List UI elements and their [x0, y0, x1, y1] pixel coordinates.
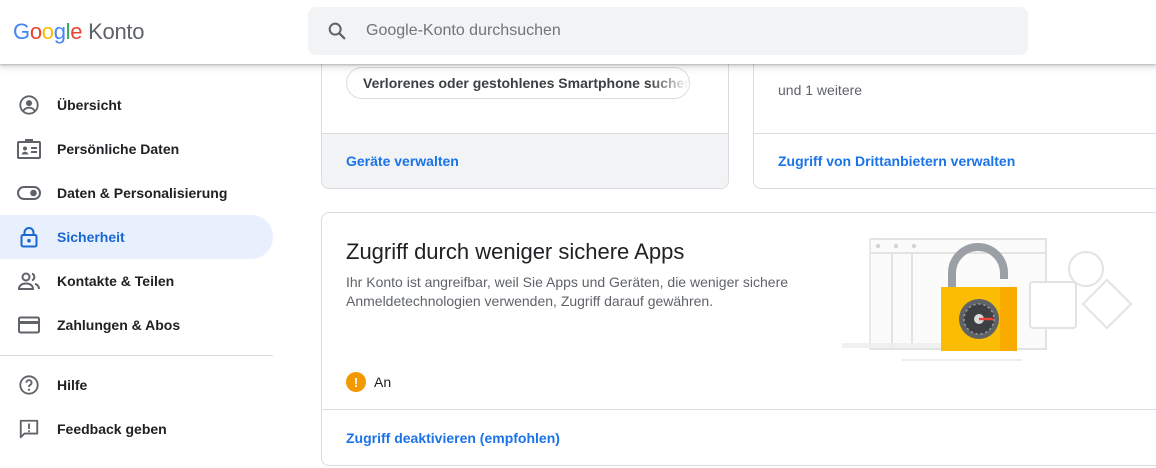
sidebar-item-label: Persönliche Daten	[57, 141, 180, 157]
logo-letter: e	[70, 19, 83, 44]
disable-access-link[interactable]: Zugriff deaktivieren (empfohlen)	[346, 430, 560, 446]
account-circle-icon	[17, 93, 41, 117]
sidebar-item-label: Daten & Personalisierung	[57, 185, 228, 201]
chip-label: Verlorenes oder gestohlenes Smartphone s…	[363, 75, 690, 91]
sidebar-item-uebersicht[interactable]: Übersicht	[0, 83, 273, 127]
sidebar-item-persoenliche-daten[interactable]: Persönliche Daten	[0, 127, 273, 171]
sidebar-item-label: Kontakte & Teilen	[57, 273, 175, 289]
card-description: Ihr Konto ist angreifbar, weil Sie Apps …	[346, 274, 789, 309]
product-name: Konto	[88, 19, 145, 44]
manage-third-party-link[interactable]: Zugriff von Drittanbietern verwalten	[778, 153, 1015, 169]
help-icon	[17, 373, 41, 397]
sidebar-item-label: Zahlungen & Abos	[57, 317, 181, 333]
logo-letter: G	[13, 19, 30, 44]
warning-icon: !	[346, 372, 366, 392]
card-divider	[322, 133, 728, 134]
id-card-icon	[17, 137, 41, 161]
logo-letter: o	[29, 19, 42, 44]
sidebar-item-sicherheit[interactable]: Sicherheit	[0, 215, 273, 259]
logo-letter: o	[41, 19, 54, 44]
chip-fade	[649, 68, 689, 98]
find-phone-chip[interactable]: Verlorenes oder gestohlenes Smartphone s…	[346, 67, 690, 99]
sidebar-item-label: Hilfe	[57, 377, 88, 393]
sidebar-item-zahlungen-abos[interactable]: Zahlungen & Abos	[0, 303, 273, 347]
sidebar-item-hilfe[interactable]: Hilfe	[0, 363, 273, 407]
feedback-icon	[17, 417, 41, 441]
card-divider	[322, 409, 1156, 410]
sidebar-nav: Übersicht Persönliche Daten Daten & Pers…	[0, 64, 273, 468]
less-secure-apps-card: Zugriff durch weniger sichere Apps Ihr K…	[321, 212, 1156, 466]
search-icon[interactable]	[326, 20, 348, 42]
card-title: Zugriff durch weniger sichere Apps	[346, 239, 685, 264]
status-row: ! An	[346, 372, 391, 392]
sidebar-item-kontakte-teilen[interactable]: Kontakte & Teilen	[0, 259, 273, 303]
sidebar-item-daten-personalisierung[interactable]: Daten & Personalisierung	[0, 171, 273, 215]
lock-icon	[17, 225, 41, 249]
sidebar-item-label: Übersicht	[57, 97, 122, 113]
more-count-text: und 1 weitere	[778, 82, 863, 98]
lock-illustration	[842, 231, 1133, 361]
credit-card-icon	[17, 313, 41, 337]
logo-letter: g	[53, 19, 66, 44]
sidebar-divider	[0, 355, 273, 356]
sidebar-item-label: Sicherheit	[57, 229, 125, 245]
sidebar-item-label: Feedback geben	[57, 421, 167, 437]
sidebar-item-feedback[interactable]: Feedback geben	[0, 407, 273, 451]
manage-devices-link[interactable]: Geräte verwalten	[346, 153, 459, 169]
google-account-logo[interactable]: Google Konto	[13, 19, 144, 45]
card-divider	[754, 133, 1156, 134]
status-text: An	[374, 374, 392, 390]
search-input[interactable]	[366, 7, 1006, 55]
top-app-bar: Google Konto	[0, 0, 1156, 64]
people-icon	[17, 269, 41, 293]
toggle-icon	[17, 181, 41, 205]
search-bar[interactable]	[308, 7, 1028, 55]
